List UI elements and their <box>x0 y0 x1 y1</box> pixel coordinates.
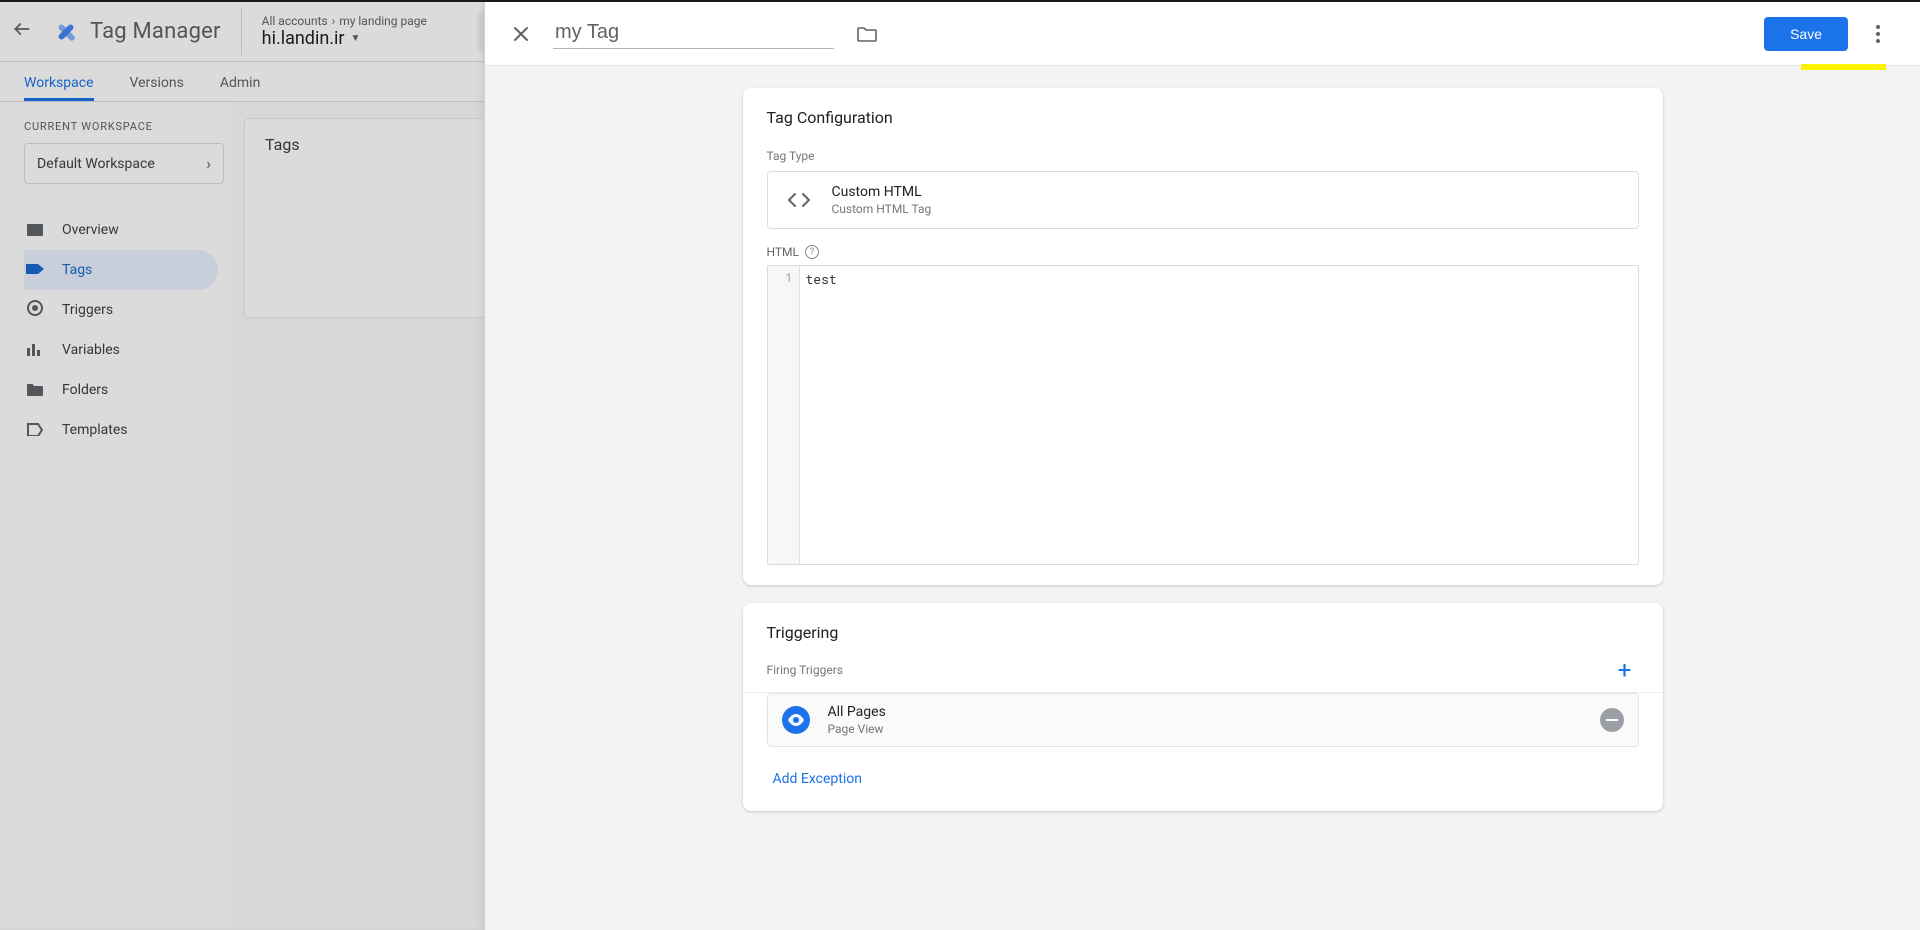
help-icon[interactable]: ? <box>805 245 819 259</box>
sidebar-item-overview[interactable]: Overview <box>24 210 218 250</box>
current-workspace-label: CURRENT WORKSPACE <box>24 120 218 133</box>
tag-type-name: Custom HTML <box>832 184 932 200</box>
highlight-annotation <box>1801 64 1886 70</box>
tag-icon <box>26 261 44 280</box>
tag-type-sub: Custom HTML Tag <box>832 202 932 216</box>
tab-admin[interactable]: Admin <box>220 75 260 101</box>
caret-down-icon: ▼ <box>351 33 361 45</box>
save-button[interactable]: Save <box>1764 17 1848 51</box>
trigger-sub: Page View <box>828 722 886 736</box>
tag-name-input[interactable] <box>553 19 834 49</box>
code-icon <box>784 185 814 215</box>
sidebar-item-templates[interactable]: Templates <box>24 410 218 450</box>
variables-icon <box>26 341 44 360</box>
code-content[interactable]: test <box>800 266 1638 564</box>
tag-type-label: Tag Type <box>767 149 1639 163</box>
sidebar-item-label: Templates <box>62 422 128 438</box>
back-arrow-icon[interactable] <box>8 19 36 44</box>
close-button[interactable] <box>503 16 539 52</box>
add-trigger-button[interactable]: + <box>1611 656 1639 684</box>
folder-icon[interactable] <box>852 19 882 49</box>
trigger-row[interactable]: All Pages Page View <box>767 693 1639 747</box>
sidebar-item-label: Triggers <box>62 302 113 318</box>
tag-editor-panel: Save Tag Configuration Tag Type Custom H… <box>484 2 1920 930</box>
trigger-name: All Pages <box>828 704 886 720</box>
tag-type-selector[interactable]: Custom HTML Custom HTML Tag <box>767 171 1639 229</box>
sidebar-item-label: Overview <box>62 222 119 238</box>
overview-icon <box>26 221 44 240</box>
chevron-right-icon: › <box>206 154 211 173</box>
templates-icon <box>26 421 44 440</box>
target-icon <box>26 300 44 320</box>
sidebar-item-label: Variables <box>62 342 120 358</box>
triggering-title: Triggering <box>767 623 1639 642</box>
editor-header: Save <box>485 2 1920 66</box>
html-code-editor[interactable]: 1 test <box>767 265 1639 565</box>
product-name: Tag Manager <box>90 19 221 44</box>
remove-trigger-button[interactable] <box>1600 708 1624 732</box>
workspace-selector[interactable]: Default Workspace › <box>24 143 224 184</box>
breadcrumb-accounts: All accounts <box>262 14 328 28</box>
tab-workspace[interactable]: Workspace <box>24 75 94 101</box>
sidebar-item-label: Folders <box>62 382 108 398</box>
firing-triggers-label: Firing Triggers <box>767 663 843 677</box>
chevron-right-icon: › <box>328 14 340 28</box>
pageview-icon <box>782 706 810 734</box>
html-label: HTML <box>767 245 800 259</box>
sidebar: CURRENT WORKSPACE Default Workspace › Ov… <box>0 102 232 928</box>
add-exception-link[interactable]: Add Exception <box>743 753 1663 811</box>
tab-versions[interactable]: Versions <box>130 75 184 101</box>
sidebar-item-triggers[interactable]: Triggers <box>24 290 218 330</box>
workspace-name: Default Workspace <box>37 156 155 172</box>
container-name: hi.landin.ir <box>262 28 345 50</box>
tag-configuration-card: Tag Configuration Tag Type Custom HTML C… <box>743 88 1663 585</box>
sidebar-item-tags[interactable]: Tags <box>24 250 218 290</box>
triggering-card: Triggering Firing Triggers + All Pages P… <box>743 603 1663 811</box>
sidebar-item-label: Tags <box>62 262 92 278</box>
tag-config-title: Tag Configuration <box>767 108 1639 127</box>
sidebar-item-variables[interactable]: Variables <box>24 330 218 370</box>
folder-icon <box>26 381 44 400</box>
more-menu-button[interactable] <box>1860 16 1896 52</box>
account-switcher[interactable]: All accounts›my landing page hi.landin.i… <box>241 8 447 56</box>
breadcrumb-account: my landing page <box>339 14 427 28</box>
sidebar-item-folders[interactable]: Folders <box>24 370 218 410</box>
code-gutter: 1 <box>768 266 800 564</box>
gtm-logo-icon <box>52 18 80 46</box>
